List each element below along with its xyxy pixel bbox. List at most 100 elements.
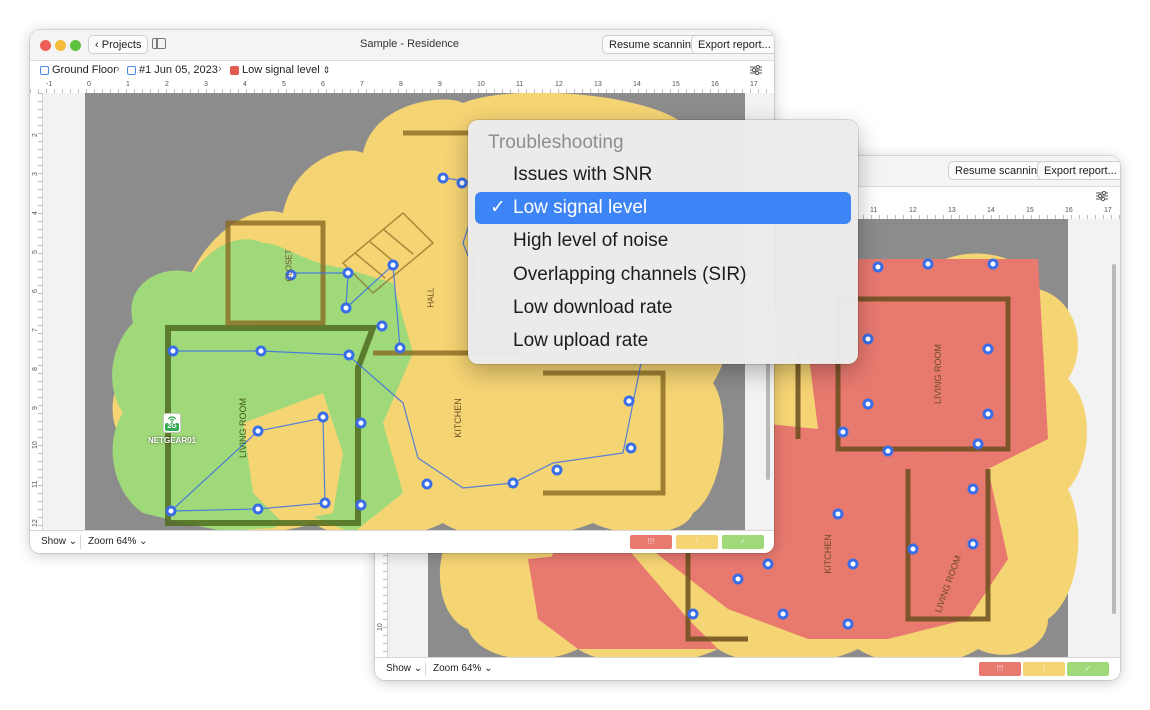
breadcrumb-floor-label: Ground Floor bbox=[52, 64, 117, 76]
back-vertical-scrollbar[interactable] bbox=[1112, 264, 1116, 614]
ruler-label: 15 bbox=[672, 81, 680, 88]
zoom-label: Zoom 64% bbox=[88, 536, 137, 547]
ruler-label: 13 bbox=[948, 207, 956, 214]
ruler-label: 16 bbox=[1065, 207, 1073, 214]
ruler-label: 1 bbox=[126, 81, 130, 88]
menu-item-label: Overlapping channels (SIR) bbox=[513, 264, 747, 285]
ruler-label: 10 bbox=[377, 623, 384, 631]
breadcrumb: Ground Floor › #1 Jun 05, 2023 › Low sig… bbox=[30, 61, 774, 81]
wifi-icon bbox=[167, 416, 177, 423]
front-bottom-bar: Show ⌄ Zoom 64% ⌄ !!! ! ✓ bbox=[30, 530, 774, 553]
ruler-label: 8 bbox=[399, 81, 403, 88]
menu-item-label: High level of noise bbox=[513, 230, 669, 251]
ruler-label: 0 bbox=[87, 81, 91, 88]
ruler-label: -1 bbox=[46, 81, 53, 88]
legend-bad-swatch[interactable]: !!! bbox=[979, 662, 1021, 676]
menu-item-low-upload-rate[interactable]: Low upload rate bbox=[475, 325, 851, 357]
room-label: KITCHEN bbox=[452, 398, 463, 438]
resume-scanning-button[interactable]: Resume scanning bbox=[602, 35, 705, 54]
export-report-button[interactable]: Export report... bbox=[691, 35, 774, 54]
filter-settings-icon[interactable] bbox=[1096, 190, 1108, 202]
menu-item-label: Low signal level bbox=[513, 197, 648, 218]
window-title: Sample - Residence bbox=[360, 38, 460, 50]
floor-plan-icon bbox=[40, 65, 49, 75]
ruler-label: 9 bbox=[32, 406, 39, 410]
breadcrumb-separator: › bbox=[218, 63, 222, 75]
ruler-label: 9 bbox=[438, 81, 442, 88]
zoom-menu[interactable]: Zoom 64% ⌄ bbox=[433, 663, 493, 674]
ruler-label: 4 bbox=[243, 81, 247, 88]
zoom-window-button[interactable] bbox=[70, 40, 81, 51]
menu-item-low-download-rate[interactable]: Low download rate bbox=[475, 292, 851, 324]
breadcrumb-floor[interactable]: Ground Floor bbox=[40, 64, 117, 76]
divider bbox=[425, 662, 426, 676]
ruler-label: 6 bbox=[32, 289, 39, 293]
breadcrumb-scan[interactable]: #1 Jun 05, 2023 bbox=[127, 64, 218, 76]
ruler-label: 15 bbox=[1026, 207, 1034, 214]
room-label: KITCHEN bbox=[822, 534, 833, 574]
projects-label: Projects bbox=[101, 39, 142, 51]
export-report-button[interactable]: Export report... bbox=[1037, 161, 1120, 180]
ruler-label: 12 bbox=[32, 519, 39, 527]
minimize-window-button[interactable] bbox=[55, 40, 66, 51]
menu-item-issues-with-snr[interactable]: Issues with SNR bbox=[475, 159, 851, 191]
zoom-menu[interactable]: Zoom 64% ⌄ bbox=[88, 536, 148, 547]
chevron-down-icon: ⌄ bbox=[484, 663, 493, 674]
front-titlebar: ‹ Projects Sample - Residence Resume sca… bbox=[30, 30, 774, 61]
chevron-left-icon: ‹ bbox=[95, 39, 99, 51]
legend-warn-swatch[interactable]: ! bbox=[676, 535, 718, 549]
filter-settings-icon[interactable] bbox=[750, 64, 762, 76]
view-selector-label: Low signal level bbox=[242, 64, 320, 76]
view-selector[interactable]: Low signal level ⇕ bbox=[230, 64, 330, 76]
sidebar-icon[interactable] bbox=[152, 38, 166, 49]
back-bottom-bar: Show ⌄ Zoom 64% ⌄ !!! ! ✓ bbox=[375, 657, 1120, 680]
projects-back-button[interactable]: ‹ Projects bbox=[88, 35, 149, 54]
show-label: Show bbox=[41, 536, 67, 547]
access-point-name: NETGEAR01 bbox=[148, 436, 197, 445]
menu-item-label: Low upload rate bbox=[513, 330, 649, 351]
menu-item-label: Low download rate bbox=[513, 297, 673, 318]
checkmark-icon: ✓ bbox=[490, 197, 506, 218]
ruler-label: 6 bbox=[321, 81, 325, 88]
menu-item-overlapping-channels[interactable]: Overlapping channels (SIR) bbox=[475, 259, 851, 291]
ruler-label: 7 bbox=[360, 81, 364, 88]
legend-good-swatch[interactable]: ✓ bbox=[1067, 662, 1109, 676]
resume-scanning-button[interactable]: Resume scanning bbox=[948, 161, 1051, 180]
ruler-label: 12 bbox=[555, 81, 563, 88]
close-window-button[interactable] bbox=[40, 40, 51, 51]
ruler-label: 16 bbox=[711, 81, 719, 88]
chevron-updown-icon: ⇕ bbox=[322, 64, 331, 75]
menu-item-low-signal-level[interactable]: ✓ Low signal level bbox=[475, 192, 851, 224]
access-point-marker[interactable]: 2G bbox=[163, 413, 181, 433]
ruler-label: 8 bbox=[32, 367, 39, 371]
ruler-label: 14 bbox=[987, 207, 995, 214]
ruler-label: 2 bbox=[32, 133, 39, 137]
chevron-down-icon: ⌄ bbox=[139, 536, 148, 547]
legend-bad-swatch[interactable]: !!! bbox=[630, 535, 672, 549]
ruler-label: 5 bbox=[32, 250, 39, 254]
front-ruler-left: 2 3 4 5 6 7 8 9 10 11 12 bbox=[30, 93, 43, 531]
ruler-label: 14 bbox=[633, 81, 641, 88]
ap-band-badge: 2G bbox=[165, 423, 179, 431]
ruler-label: 3 bbox=[204, 81, 208, 88]
menu-item-label: Issues with SNR bbox=[513, 164, 653, 185]
ruler-label: 2 bbox=[165, 81, 169, 88]
show-menu[interactable]: Show ⌄ bbox=[386, 663, 422, 674]
ruler-label: 13 bbox=[594, 81, 602, 88]
ruler-label: 11 bbox=[870, 207, 878, 214]
ruler-label: 10 bbox=[477, 81, 485, 88]
legend-good-swatch[interactable]: ✓ bbox=[722, 535, 764, 549]
ruler-label: 17 bbox=[1104, 207, 1112, 214]
ruler-label: 3 bbox=[32, 172, 39, 176]
ruler-label: 11 bbox=[516, 81, 524, 88]
menu-item-high-level-of-noise[interactable]: High level of noise bbox=[475, 225, 851, 257]
scan-icon bbox=[127, 65, 136, 75]
room-label: HALL bbox=[426, 287, 436, 308]
ruler-label: 11 bbox=[32, 480, 39, 488]
legend-warn-swatch[interactable]: ! bbox=[1023, 662, 1065, 676]
zoom-label: Zoom 64% bbox=[433, 663, 482, 674]
menu-section-header: Troubleshooting bbox=[488, 132, 624, 153]
room-label: LIVING ROOM bbox=[933, 343, 944, 405]
show-menu[interactable]: Show ⌄ bbox=[41, 536, 77, 547]
room-label: CLOSET bbox=[284, 249, 294, 282]
